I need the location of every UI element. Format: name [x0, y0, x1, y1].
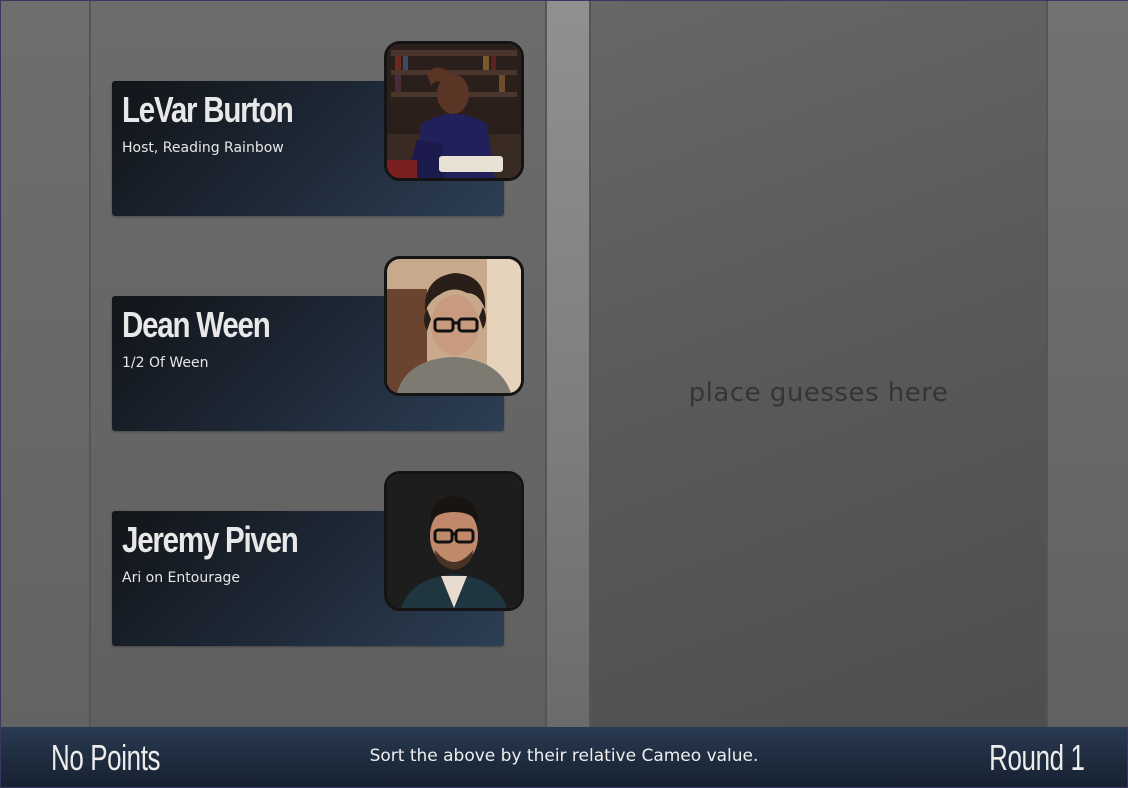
- portrait-image: [387, 259, 521, 393]
- card-description: 1/2 Of Ween: [122, 355, 209, 371]
- instructions-text: Sort the above by their relative Cameo v…: [369, 746, 759, 766]
- portrait-image: [387, 44, 521, 178]
- celebrity-card[interactable]: Dean Ween 1/2 Of Ween: [112, 256, 524, 432]
- guess-drop-zone[interactable]: [589, 1, 1048, 727]
- card-name: Jeremy Piven: [122, 519, 299, 560]
- drop-zone-placeholder: place guesses here: [688, 378, 949, 408]
- status-bar: No Points Sort the above by their relati…: [1, 727, 1127, 787]
- card-name: Dean Ween: [122, 304, 271, 345]
- celebrity-portrait: [384, 41, 524, 181]
- celebrity-portrait: [384, 256, 524, 396]
- middle-gutter: [547, 1, 589, 727]
- card-description: Ari on Entourage: [122, 570, 241, 586]
- left-gutter: [1, 1, 89, 727]
- celebrity-portrait: [384, 471, 524, 611]
- card-description: Host, Reading Rainbow: [122, 140, 284, 156]
- celebrity-card[interactable]: LeVar Burton Host, Reading Rainbow: [112, 41, 524, 217]
- celebrity-card[interactable]: Jeremy Piven Ari on Entourage: [112, 471, 524, 647]
- card-name: LeVar Burton: [122, 89, 294, 130]
- round-indicator: Round 1: [989, 737, 1086, 778]
- right-gutter: [1048, 1, 1128, 727]
- portrait-image: [387, 474, 521, 608]
